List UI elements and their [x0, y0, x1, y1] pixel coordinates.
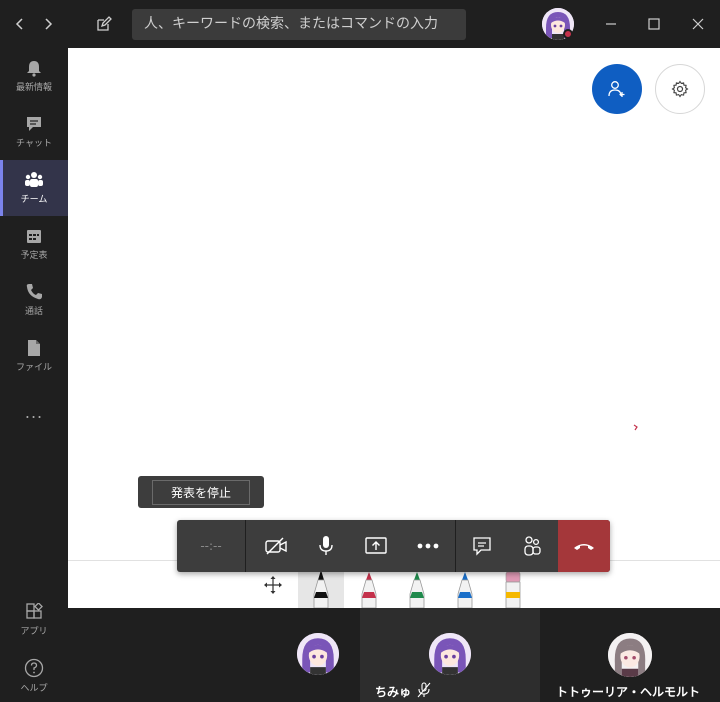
chat-icon	[27, 117, 41, 131]
back-button[interactable]	[8, 12, 32, 36]
rail-item-help[interactable]: ヘルプ	[0, 648, 68, 702]
call-timer: --:--	[177, 520, 245, 572]
gear-icon	[671, 80, 689, 98]
phone-icon	[26, 284, 42, 300]
minimize-icon	[606, 23, 616, 25]
rail-item-chat[interactable]: チャット	[0, 104, 68, 160]
call-timer-text: --:--	[200, 539, 222, 553]
microphone-icon	[319, 536, 333, 555]
participant-avatar	[429, 633, 471, 675]
close-button[interactable]	[686, 12, 710, 36]
show-participants-button[interactable]	[507, 520, 557, 572]
rail-item-files[interactable]: ファイル	[0, 328, 68, 384]
avatar-image-icon	[608, 633, 652, 677]
hang-up-icon	[574, 544, 594, 550]
eraser-icon	[505, 571, 521, 608]
title-bar: 人、キーワードの検索、またはコマンドの入力	[0, 0, 720, 48]
rail-item-activity[interactable]: 最新情報	[0, 48, 68, 104]
pen-black-icon	[313, 570, 329, 608]
maximize-button[interactable]	[642, 12, 666, 36]
participants-icon	[524, 536, 541, 556]
forward-button[interactable]	[36, 12, 60, 36]
share-screen-button[interactable]	[351, 520, 401, 572]
file-icon	[28, 340, 40, 356]
rail-item-label: ヘルプ	[20, 684, 48, 694]
participant-tile[interactable]	[68, 608, 360, 702]
toolbar-divider	[245, 520, 246, 572]
close-icon	[692, 18, 704, 30]
add-person-icon	[608, 81, 625, 97]
avatar-image-icon	[297, 633, 339, 675]
maximize-icon	[648, 18, 660, 30]
participant-tile[interactable]: トトゥーリア・ヘルモルト	[540, 608, 720, 702]
rail-item-label: 予定表	[20, 251, 48, 261]
video-off-icon	[265, 537, 287, 555]
more-icon: ...	[24, 402, 44, 422]
mic-toggle-button[interactable]	[301, 520, 351, 572]
move-arrows-icon	[264, 576, 282, 594]
teams-window: 人、キーワードの検索、またはコマンドの入力 最新情報 チャット チーム 予定表 …	[0, 0, 720, 702]
participant-tile[interactable]: ちみゅ	[360, 608, 540, 702]
participant-name: ちみゅ	[375, 685, 412, 699]
participant-name: トトゥーリア・ヘルモルト	[556, 685, 701, 699]
rail-more-button[interactable]: ...	[0, 384, 68, 440]
rail-item-label: 通話	[24, 307, 43, 317]
stop-presenting-bar: 発表を停止	[138, 476, 264, 508]
conversation-icon	[473, 537, 491, 556]
rail-item-label: チャット	[16, 139, 52, 149]
participant-strip: ちみゅ トトゥーリア・ヘルモルト	[68, 608, 720, 702]
stop-presenting-button[interactable]: 発表を停止	[151, 479, 250, 505]
minimize-button[interactable]	[599, 12, 623, 36]
rail-item-apps[interactable]: アプリ	[0, 592, 68, 648]
settings-button[interactable]	[655, 64, 705, 114]
ink-stroke-mark	[633, 424, 638, 431]
rail-item-label: チーム	[20, 195, 48, 205]
participant-avatar	[608, 633, 652, 677]
calendar-icon	[27, 230, 41, 243]
compose-icon	[97, 16, 112, 31]
hang-up-button[interactable]	[558, 520, 610, 572]
toolbar-divider	[455, 520, 456, 572]
more-actions-button[interactable]	[401, 520, 455, 572]
chevron-right-icon	[45, 18, 53, 30]
pen-red-icon	[361, 572, 377, 608]
bell-icon	[27, 61, 41, 77]
search-input[interactable]: 人、キーワードの検索、またはコマンドの入力	[132, 9, 466, 40]
avatar-image-icon	[429, 633, 471, 675]
help-icon	[24, 658, 44, 678]
call-controls: --:--	[177, 520, 610, 572]
ellipsis-icon	[417, 543, 439, 549]
new-chat-button[interactable]	[92, 12, 116, 36]
add-participants-button[interactable]	[592, 64, 642, 114]
chevron-left-icon	[15, 18, 23, 30]
apps-icon	[26, 603, 43, 619]
mic-muted-icon	[417, 682, 431, 698]
share-screen-icon	[365, 537, 387, 554]
busy-status-icon	[563, 29, 573, 39]
camera-toggle-button[interactable]	[251, 520, 301, 572]
rail-item-label: 最新情報	[15, 83, 52, 93]
rail-item-label: ファイル	[15, 363, 52, 373]
rail-item-teams[interactable]: チーム	[0, 160, 68, 216]
participant-avatar	[297, 633, 339, 675]
rail-item-calendar[interactable]: 予定表	[0, 216, 68, 272]
app-rail: 最新情報 チャット チーム 予定表 通話 ファイル ... アプリ ヘルプ	[0, 48, 68, 702]
show-conversation-button[interactable]	[457, 520, 507, 572]
rail-item-calls[interactable]: 通話	[0, 272, 68, 328]
pen-blue-icon	[457, 572, 473, 608]
pen-green-icon	[409, 572, 425, 608]
teams-icon	[25, 172, 43, 187]
rail-item-label: アプリ	[20, 627, 48, 637]
